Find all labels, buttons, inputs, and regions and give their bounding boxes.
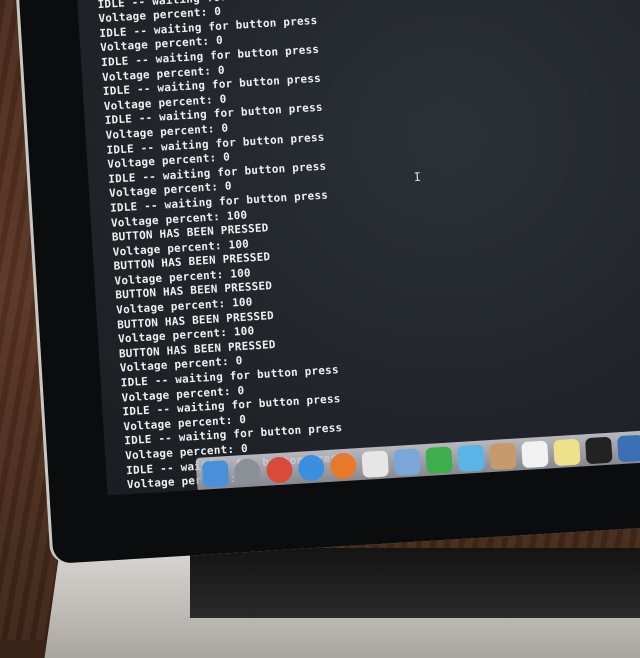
terminal-icon[interactable] (585, 436, 613, 465)
screen: Voltage percent: 0 IDLE -- waiting for bu… (75, 0, 640, 496)
app-grid-icon[interactable] (361, 450, 389, 478)
virtualbox-icon[interactable] (616, 434, 640, 463)
terminal-output[interactable]: Voltage percent: 0 IDLE -- waiting for bu… (96, 0, 350, 495)
calendar-icon[interactable] (521, 440, 549, 469)
adium-icon[interactable] (425, 446, 453, 474)
firefox-icon[interactable] (329, 452, 358, 480)
preview-icon[interactable] (393, 448, 421, 476)
laptop-hinge (190, 548, 640, 618)
terminal-line: Voltage percent: 0 (128, 494, 347, 495)
chrome-icon[interactable] (265, 456, 294, 484)
contacts-icon[interactable] (489, 442, 517, 471)
launchpad-icon[interactable] (233, 458, 262, 486)
stickies-icon[interactable] (553, 438, 581, 467)
finder-icon[interactable] (201, 460, 230, 488)
text-cursor-icon: I (413, 169, 422, 185)
laptop-bezel: Voltage percent: 0 IDLE -- waiting for bu… (18, 0, 640, 564)
messages-icon[interactable] (457, 444, 485, 473)
safari-icon[interactable] (297, 454, 326, 482)
